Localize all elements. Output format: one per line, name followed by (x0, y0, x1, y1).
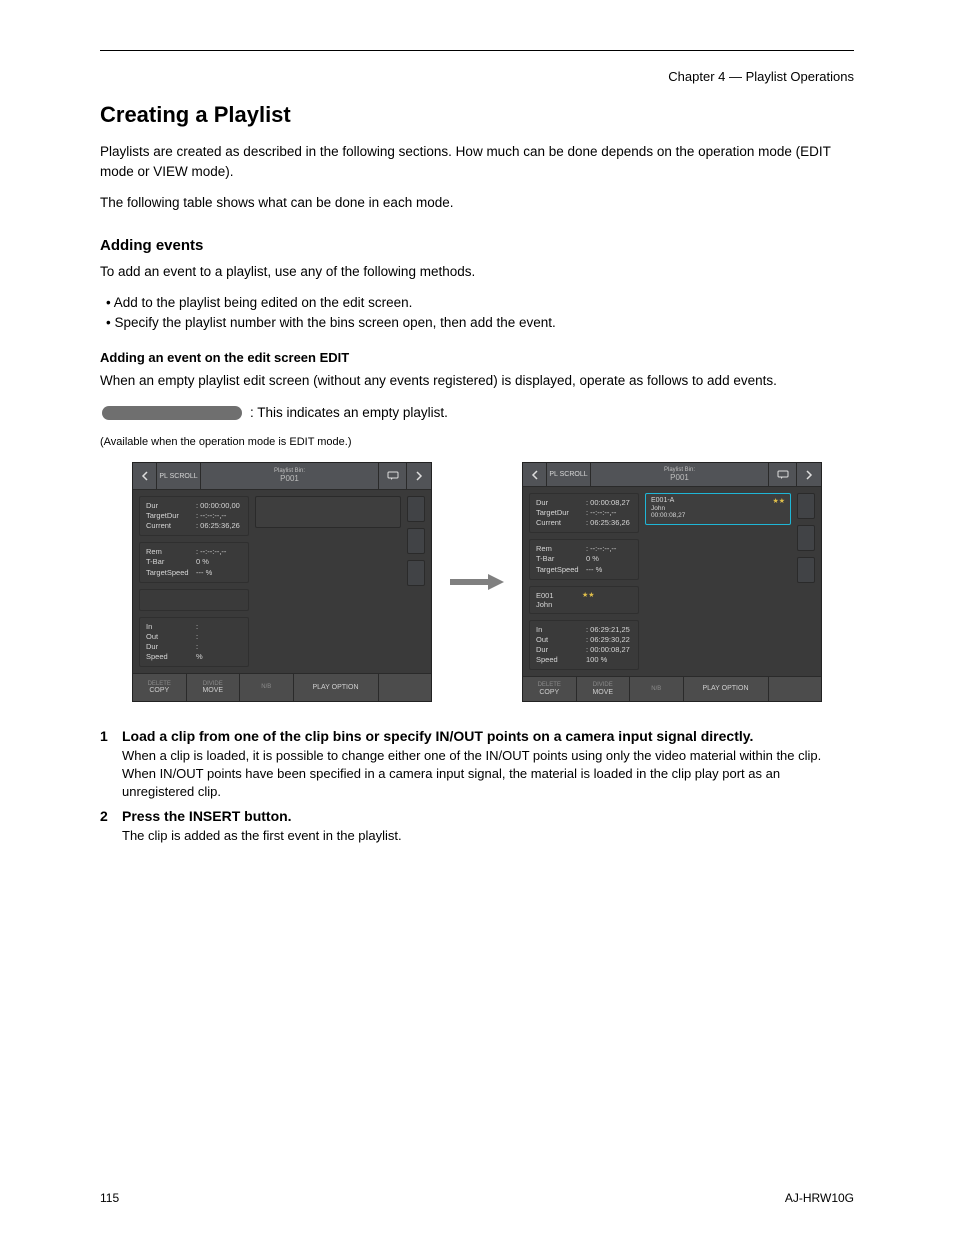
side-slot[interactable] (407, 560, 425, 586)
side-slot[interactable] (797, 525, 815, 551)
intro-para-2: The following table shows what can be do… (100, 193, 854, 213)
io-box: In: 06:29:21,25 Out: 06:29:30,22 Dur: 00… (529, 620, 639, 671)
playlist-title: Playlist Bin: P001 (201, 463, 379, 488)
add-para: To add an event to a playlist, use any o… (100, 262, 854, 282)
stats-box-1: Dur: 00:00:08,27 TargetDur: --:--:--,-- … (529, 493, 639, 533)
chevron-right-icon (804, 470, 814, 480)
side-slot[interactable] (407, 496, 425, 522)
method-2: Specify the playlist number with the bin… (114, 315, 555, 330)
nb-button[interactable]: N/B (240, 674, 294, 701)
io-box: In: Out: Dur: Speed % (139, 617, 249, 668)
footer-model: AJ-HRW10G (785, 1191, 854, 1205)
avail-note: (Available when the operation mode is ED… (100, 435, 854, 451)
prev-button[interactable] (523, 463, 547, 486)
side-slot[interactable] (797, 493, 815, 519)
event-left-box: E001★★ John (529, 586, 639, 614)
copy-button[interactable]: DELETECOPY (523, 677, 577, 701)
subhead-adding: Adding events (100, 237, 854, 254)
side-slot[interactable] (407, 528, 425, 554)
chevron-left-icon (530, 470, 540, 480)
step-number: 1 (100, 728, 122, 800)
screenshot-after: PL SCROLL Playlist Bin: P001 Dur: 00:00:… (522, 462, 822, 702)
add-on-edit-intro: When an empty playlist edit screen (with… (100, 371, 854, 391)
nb-button[interactable]: N/B (630, 677, 684, 701)
stats-box-1: Dur: 00:00:00,00 TargetDur: --:--:--,-- … (139, 496, 249, 536)
comment-button[interactable] (769, 463, 797, 486)
step-1-title: Load a clip from one of the clip bins or… (122, 728, 854, 744)
pill-note: : This indicates an empty playlist. (250, 403, 448, 423)
prev-button[interactable] (133, 463, 157, 488)
page-title: Creating a Playlist (100, 102, 854, 128)
step-2-body: The clip is added as the first event in … (122, 827, 854, 845)
stats-box-2: Rem: --:--:--,-- T-Bar 0 % TargetSpeed -… (529, 539, 639, 579)
play-option-button[interactable]: PLAY OPTION (294, 674, 379, 701)
speech-bubble-icon (777, 470, 789, 480)
event-slot-empty[interactable] (255, 496, 401, 528)
step-number: 2 (100, 808, 122, 845)
blank-button[interactable] (379, 674, 432, 701)
chapter-header: Chapter 4 — Playlist Operations (100, 69, 854, 84)
comment-button[interactable] (379, 463, 407, 488)
next-button[interactable] (407, 463, 431, 488)
screenshot-before: PL SCROLL Playlist Bin: P001 Dur: 00:00:… (132, 462, 432, 702)
event-name: John (651, 505, 785, 512)
event-dur: 00:00:08,27 (651, 512, 785, 519)
move-button[interactable]: DIVIDEMOVE (577, 677, 631, 701)
intro-para-1: Playlists are created as described in th… (100, 142, 854, 181)
step-1-body: When a clip is loaded, it is possible to… (122, 747, 854, 800)
chevron-right-icon (414, 471, 424, 481)
method-1: Add to the playlist being edited on the … (114, 295, 413, 310)
event-box-empty (139, 589, 249, 611)
blank-button[interactable] (769, 677, 822, 701)
event-id: E001-A (651, 497, 674, 505)
stats-box-2: Rem: --:--:--,-- T-Bar 0 % TargetSpeed -… (139, 542, 249, 582)
move-button[interactable]: DIVIDEMOVE (187, 674, 241, 701)
pl-scroll-button[interactable]: PL SCROLL (547, 463, 591, 486)
add-on-edit-title: Adding an event on the edit screen EDIT (100, 350, 854, 365)
playlist-title: Playlist Bin: P001 (591, 463, 769, 486)
event-card-selected[interactable]: E001-A ★★ John 00:00:08,27 (645, 493, 791, 525)
empty-playlist-pill (102, 406, 242, 420)
event-rating: ★★ (772, 497, 785, 505)
play-option-button[interactable]: PLAY OPTION (684, 677, 769, 701)
speech-bubble-icon (387, 471, 399, 481)
page-number: 115 (100, 1191, 119, 1205)
step-2-title: Press the INSERT button. (122, 808, 854, 824)
pl-scroll-button[interactable]: PL SCROLL (157, 463, 201, 488)
next-button[interactable] (797, 463, 821, 486)
copy-button[interactable]: DELETECOPY (133, 674, 187, 701)
side-slot[interactable] (797, 557, 815, 583)
arrow-right-icon (450, 572, 504, 592)
chevron-left-icon (140, 471, 150, 481)
